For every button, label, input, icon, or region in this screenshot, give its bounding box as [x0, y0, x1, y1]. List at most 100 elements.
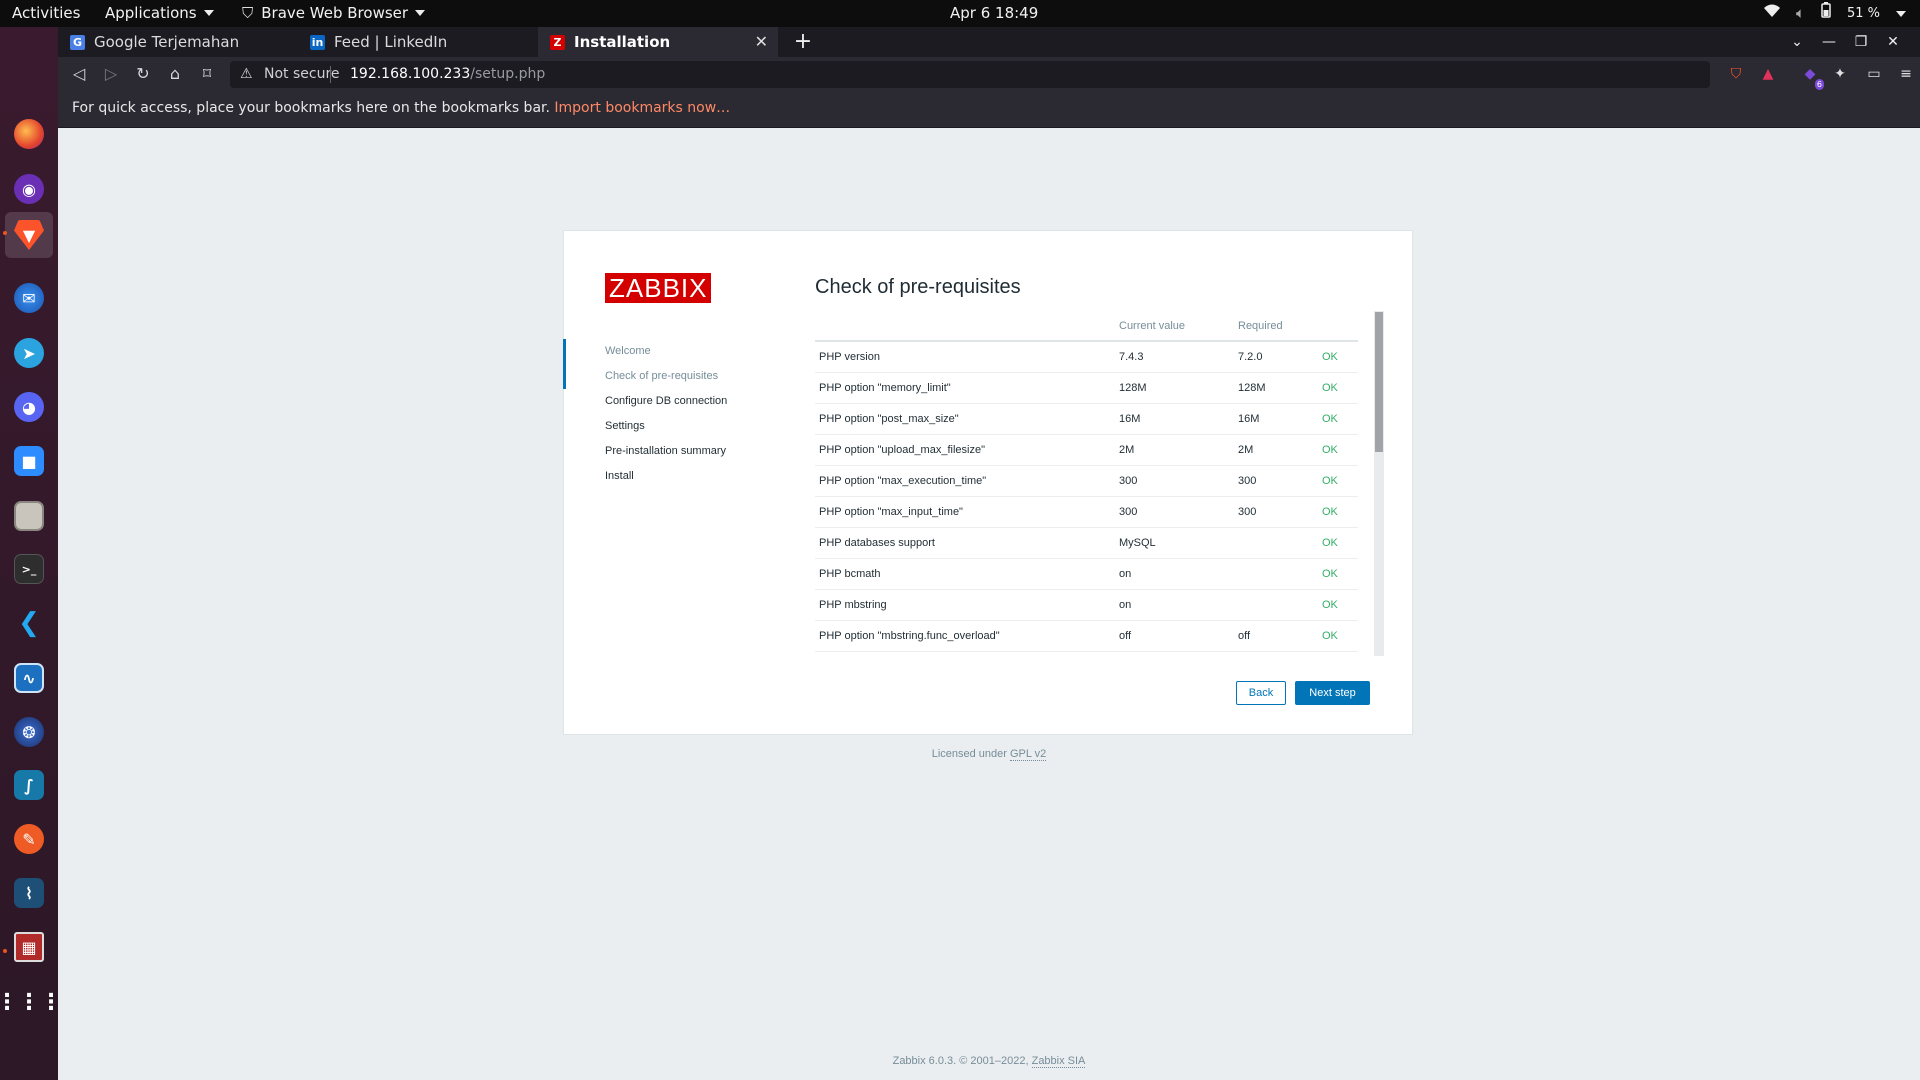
- page-content: ZABBIX Welcome Check of pre-requisites C…: [58, 128, 1920, 1080]
- back-arrow-icon[interactable]: ◁: [66, 61, 92, 87]
- mysql-workbench-icon[interactable]: ⌇: [14, 878, 44, 908]
- requirement-name: PHP version: [815, 341, 1115, 373]
- table-scrollbar[interactable]: [1374, 311, 1384, 656]
- zabbix-sia-link[interactable]: Zabbix SIA: [1031, 1055, 1086, 1068]
- tweaks-icon[interactable]: ❂: [14, 717, 44, 747]
- table-row: PHP option "upload_max_filesize" 2M 2M OK: [815, 434, 1358, 466]
- security-label[interactable]: Not secure: [264, 61, 340, 88]
- current-value: 128M: [1115, 372, 1234, 404]
- close-window-button[interactable]: ✕: [1878, 27, 1908, 57]
- terminal-icon[interactable]: >_: [14, 554, 44, 584]
- address-bar[interactable]: ⚠ Not secure 192.168.100.233/setup.php: [230, 61, 1710, 88]
- current-value: on: [1115, 589, 1234, 621]
- thunderbird-icon[interactable]: ✉: [14, 283, 44, 313]
- discord-icon[interactable]: ◕: [14, 392, 44, 422]
- requirement-name: PHP option "upload_max_filesize": [815, 434, 1115, 466]
- zabbix-logo: ZABBIX: [605, 273, 712, 303]
- wallet-icon[interactable]: ▭: [1862, 62, 1886, 86]
- activities-button[interactable]: Activities: [12, 0, 80, 27]
- required-value: off: [1234, 620, 1318, 652]
- tab-linkedin[interactable]: in Feed | LinkedIn: [298, 27, 538, 57]
- bookmark-icon[interactable]: ⌑: [194, 61, 220, 87]
- browser-toolbar: ◁ ▷ ↻ ⌂ ⌑ ⚠ Not secure 192.168.100.233/s…: [58, 57, 1920, 92]
- next-step-button[interactable]: Next step: [1295, 681, 1370, 705]
- forward-arrow-icon[interactable]: ▷: [98, 61, 124, 87]
- header-required: Required: [1234, 311, 1318, 342]
- table-row: PHP option "memory_limit" 128M 128M OK: [815, 372, 1358, 404]
- close-tab-icon[interactable]: ✕: [755, 27, 768, 57]
- gpl-link[interactable]: GPL v2: [1010, 748, 1047, 761]
- current-value: 16M: [1115, 403, 1234, 435]
- caret-down-icon: [1896, 10, 1906, 17]
- status-ok: OK: [1318, 434, 1358, 466]
- minimize-button[interactable]: —: [1814, 27, 1844, 57]
- zabbix-icon: Z: [550, 35, 565, 50]
- brave-rewards-icon[interactable]: ▲: [1756, 62, 1780, 86]
- table-row: PHP version 7.4.3 7.2.0 OK: [815, 341, 1358, 373]
- step-settings: Settings: [605, 420, 645, 432]
- files-icon[interactable]: [14, 501, 44, 531]
- required-value: 16M: [1234, 403, 1318, 435]
- extension-icon[interactable]: ◆ 6: [1798, 62, 1824, 90]
- table-row: PHP option "max_execution_time" 300 300 OK: [815, 465, 1358, 497]
- setup-steps: Welcome Check of pre-requisites Configur…: [564, 339, 764, 489]
- status-ok: OK: [1318, 465, 1358, 497]
- running-indicator: [3, 949, 7, 953]
- brave-small-icon: ⛉: [242, 4, 254, 22]
- status-ok: OK: [1318, 558, 1358, 590]
- status-ok: OK: [1318, 341, 1358, 373]
- reload-icon[interactable]: ↻: [130, 61, 156, 87]
- google-translate-icon: G: [70, 35, 85, 50]
- bookmarks-message: For quick access, place your bookmarks h…: [72, 100, 550, 116]
- tor-browser-icon[interactable]: ◉: [14, 174, 44, 204]
- brave-shields-icon[interactable]: ⛉: [1724, 62, 1748, 86]
- tab-search-chevron-icon[interactable]: ⌄: [1782, 27, 1812, 57]
- app-menu-label: Brave Web Browser: [261, 4, 409, 22]
- extensions-puzzle-icon[interactable]: ✦: [1828, 62, 1852, 86]
- extension-badge: 6: [1814, 79, 1824, 90]
- setup-card: ZABBIX Welcome Check of pre-requisites C…: [563, 230, 1413, 735]
- import-bookmarks-link[interactable]: Import bookmarks now…: [554, 100, 730, 116]
- system-tray[interactable]: 🔈︎ 51 %: [1763, 0, 1906, 27]
- postman-icon[interactable]: ✎: [14, 824, 44, 854]
- wireshark-icon[interactable]: ∫: [14, 770, 44, 800]
- menu-hamburger-icon[interactable]: ≡: [1894, 62, 1918, 86]
- bookmarks-bar: For quick access, place your bookmarks h…: [58, 92, 1920, 128]
- applications-menu[interactable]: Applications: [105, 0, 214, 27]
- tab-google-translate[interactable]: G Google Terjemahan: [58, 27, 298, 57]
- vscode-icon[interactable]: ❮: [14, 608, 44, 638]
- step-check-prerequisites: Check of pre-requisites: [605, 370, 719, 382]
- new-tab-button[interactable]: +: [788, 27, 818, 57]
- running-indicator: [3, 231, 7, 235]
- app-menu-brave[interactable]: ⛉ Brave Web Browser: [242, 0, 426, 27]
- screen-recorder-icon[interactable]: ▦: [14, 932, 44, 962]
- show-applications-icon[interactable]: ⋮⋮⋮: [0, 987, 62, 1017]
- current-value: 300: [1115, 465, 1234, 497]
- table-row: PHP bcmath on OK: [815, 558, 1358, 590]
- header-status: [1318, 311, 1358, 342]
- firefox-icon[interactable]: [14, 119, 44, 149]
- clock[interactable]: Apr 6 18:49: [950, 0, 1038, 27]
- tab-installation[interactable]: Z Installation ✕: [538, 27, 778, 57]
- wifi-icon: [1763, 0, 1780, 27]
- restore-button[interactable]: ❐: [1846, 27, 1876, 57]
- battery-icon: [1821, 0, 1831, 27]
- required-value: 2M: [1234, 434, 1318, 466]
- system-monitor-icon[interactable]: ∿: [14, 663, 44, 693]
- home-icon[interactable]: ⌂: [162, 61, 188, 87]
- current-value: on: [1115, 558, 1234, 590]
- zoom-icon[interactable]: ■: [14, 446, 44, 476]
- requirement-name: PHP databases support: [815, 527, 1115, 559]
- warning-icon[interactable]: ⚠: [240, 61, 253, 88]
- step-install: Install: [605, 470, 634, 482]
- requirement-name: PHP option "max_execution_time": [815, 465, 1115, 497]
- battery-percent: 51 %: [1846, 6, 1880, 21]
- tab-strip: G Google Terjemahan in Feed | LinkedIn Z…: [58, 27, 1920, 57]
- back-button[interactable]: Back: [1236, 681, 1286, 705]
- table-row: PHP mbstring on OK: [815, 589, 1358, 621]
- current-value: 2M: [1115, 434, 1234, 466]
- scrollbar-thumb[interactable]: [1375, 312, 1383, 452]
- status-ok: OK: [1318, 527, 1358, 559]
- telegram-icon[interactable]: ➤: [14, 338, 44, 368]
- prerequisites-table-container[interactable]: Current value Required PHP version 7.4.3 7…: [815, 311, 1370, 656]
